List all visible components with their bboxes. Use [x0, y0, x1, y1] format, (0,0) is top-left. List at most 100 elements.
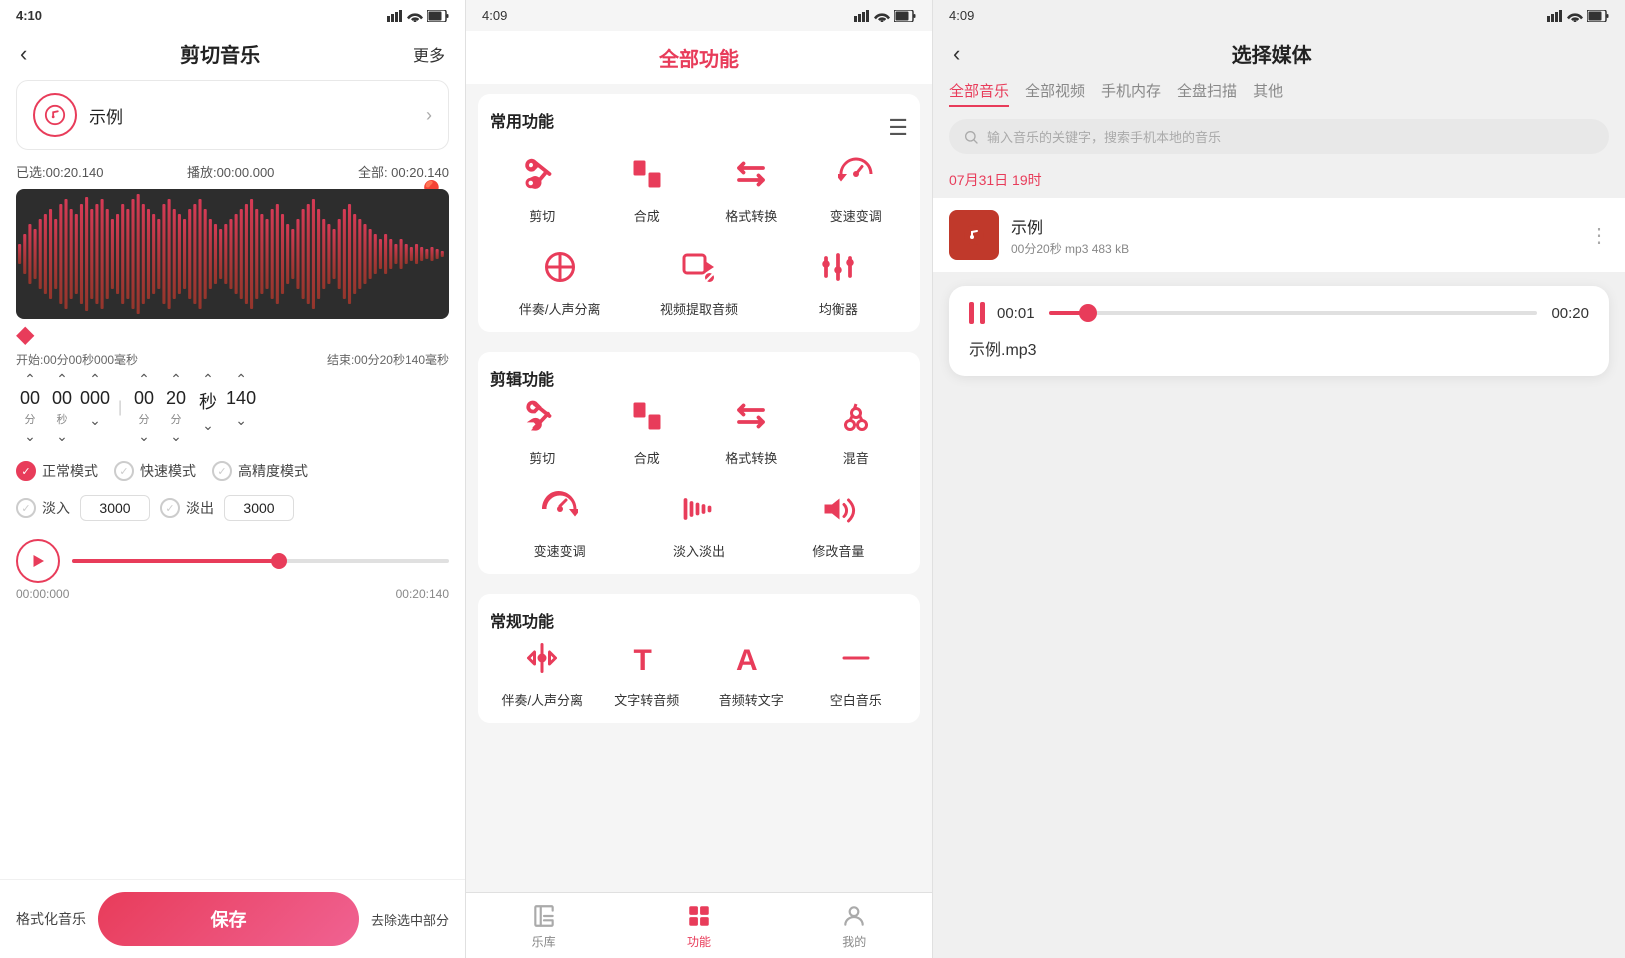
media-more-button[interactable]: ⋮ — [1589, 223, 1609, 248]
end-min-spinner[interactable]: ⌃ 00 分 ⌄ — [130, 372, 158, 443]
func-extract[interactable]: 视频提取音频 — [629, 241, 768, 318]
cut-speed[interactable]: 变速变调 — [490, 483, 629, 560]
end-min-up[interactable]: ⌃ — [138, 372, 150, 386]
player-slider[interactable] — [1049, 311, 1537, 315]
fade-out-radio[interactable] — [160, 498, 180, 518]
pause-button[interactable] — [969, 302, 985, 324]
end-ms-down[interactable]: ⌄ — [235, 413, 247, 427]
battery-icon-3 — [1587, 10, 1609, 22]
start-min-spinner[interactable]: ⌃ 00 分 ⌄ — [16, 372, 44, 443]
mode-normal-radio[interactable] — [16, 461, 36, 481]
start-time-group: ⌃ 00 分 ⌄ ⌃ 00 秒 ⌄ ⌃ 000 ⌄ — [16, 372, 110, 443]
common-section-header: 常用功能 ☰ — [490, 108, 908, 148]
media-item[interactable]: 示例 00分20秒 mp3 483 kB ⋮ — [933, 198, 1625, 272]
start-sec-down[interactable]: ⌄ — [56, 429, 68, 443]
cut-merge[interactable]: 合成 — [595, 390, 700, 467]
start-ms-down[interactable]: ⌄ — [89, 413, 101, 427]
player-controls: 00:01 00:20 — [969, 302, 1589, 324]
save-button[interactable]: 保存 — [98, 892, 359, 946]
start-sec-spinner[interactable]: ⌃ 00 秒 ⌄ — [48, 372, 76, 443]
cut-fade[interactable]: 淡入淡出 — [629, 483, 768, 560]
menu-icon[interactable]: ☰ — [888, 115, 908, 141]
common-func-grid: 剪切 合成 格式转换 变速变调 — [490, 148, 908, 225]
start-min-down[interactable]: ⌄ — [24, 429, 36, 443]
end-sec-spinner[interactable]: ⌃ 20 分 ⌄ — [162, 372, 190, 443]
fade-in-item[interactable]: 淡入 — [16, 498, 70, 518]
more-button[interactable]: 更多 — [413, 42, 445, 66]
panel1-header: ‹ 剪切音乐 更多 — [0, 31, 465, 80]
cut-volume[interactable]: 修改音量 — [769, 483, 908, 560]
player-card: 00:01 00:20 示例.mp3 — [949, 286, 1609, 376]
cut-convert[interactable]: 格式转换 — [699, 390, 804, 467]
tab-scan[interactable]: 全盘扫描 — [1177, 80, 1237, 107]
reg-text2audio[interactable]: T 文字转音频 — [595, 632, 700, 709]
end-sec-up[interactable]: ⌃ — [170, 372, 182, 386]
start-min-up[interactable]: ⌃ — [24, 372, 36, 386]
search-bar[interactable]: 输入音乐的关键字，搜索手机本地的音乐 — [949, 119, 1609, 154]
reg-split[interactable]: 伴奏/人声分离 — [490, 632, 595, 709]
tab-all-video[interactable]: 全部视频 — [1025, 80, 1085, 107]
end-min-down[interactable]: ⌄ — [138, 429, 150, 443]
func-cut[interactable]: 剪切 — [490, 148, 595, 225]
func-cut-label: 剪切 — [529, 206, 555, 225]
nav-functions-label: 功能 — [687, 933, 711, 950]
cut-merge-icon — [621, 390, 673, 442]
progress-thumb[interactable] — [271, 553, 287, 569]
mode-normal[interactable]: 正常模式 — [16, 461, 98, 481]
start-sec-up[interactable]: ⌃ — [56, 372, 68, 386]
play-button[interactable] — [16, 539, 60, 583]
func-eq[interactable]: 均衡器 — [769, 241, 908, 318]
reg-blank[interactable]: 空白音乐 — [804, 632, 909, 709]
mode-hq-radio[interactable] — [212, 461, 232, 481]
tab-internal[interactable]: 手机内存 — [1101, 80, 1161, 107]
mode-hq[interactable]: 高精度模式 — [212, 461, 308, 481]
end-sec-val: 20 — [162, 388, 190, 409]
nav-mine[interactable]: 我的 — [841, 903, 867, 950]
end-s2-spinner[interactable]: ⌃ 秒 ⌄ — [194, 372, 222, 443]
end-s2-down[interactable]: ⌄ — [202, 418, 214, 432]
reg-audio2text[interactable]: A 音频转文字 — [699, 632, 804, 709]
format-button[interactable]: 格式化音乐 — [16, 909, 86, 929]
start-sec-val: 00 — [48, 388, 76, 409]
player-current-time: 00:01 — [997, 305, 1037, 322]
page-title-1: 剪切音乐 — [180, 39, 260, 68]
fade-out-input[interactable]: 3000 — [224, 495, 294, 521]
split-icon — [534, 241, 586, 293]
func-speed[interactable]: 变速变调 — [804, 148, 909, 225]
func-merge[interactable]: 合成 — [595, 148, 700, 225]
mode-fast[interactable]: 快速模式 — [114, 461, 196, 481]
end-ms-up[interactable]: ⌃ — [235, 372, 247, 386]
start-ms-up[interactable]: ⌃ — [89, 372, 101, 386]
cut-speed-icon — [534, 483, 586, 535]
file-selector[interactable]: 示例 › — [16, 80, 449, 150]
waveform-left-handle[interactable]: ◆ — [16, 320, 34, 349]
fade-out-item[interactable]: 淡出 — [160, 498, 214, 518]
back-button[interactable]: ‹ — [20, 41, 27, 67]
back-button-3[interactable]: ‹ — [953, 41, 960, 67]
remove-button[interactable]: 去除选中部分 — [371, 910, 449, 929]
func-convert[interactable]: 格式转换 — [699, 148, 804, 225]
waveform[interactable] — [16, 189, 449, 319]
battery-icon — [427, 10, 449, 22]
playback-progress[interactable] — [72, 559, 449, 563]
panel3-title: 选择媒体 — [972, 39, 1571, 68]
cut-func-cut[interactable]: 剪切 — [490, 390, 595, 467]
mode-fast-radio[interactable] — [114, 461, 134, 481]
start-sec-unit: 秒 — [57, 411, 68, 427]
end-ms-spinner[interactable]: ⌃ 140 ⌄ — [226, 372, 256, 443]
mode-hq-label: 高精度模式 — [238, 461, 308, 481]
start-ms-spinner[interactable]: ⌃ 000 ⌄ — [80, 372, 110, 443]
nav-functions[interactable]: 功能 — [686, 903, 712, 950]
tab-all-music[interactable]: 全部音乐 — [949, 80, 1009, 107]
func-split[interactable]: 伴奏/人声分离 — [490, 241, 629, 318]
nav-library[interactable]: 乐库 — [531, 903, 557, 950]
fade-in-radio[interactable] — [16, 498, 36, 518]
music-thumb-icon — [962, 223, 986, 247]
tab-other[interactable]: 其他 — [1253, 80, 1283, 107]
fade-in-input[interactable]: 3000 — [80, 495, 150, 521]
end-min-unit: 分 — [139, 411, 150, 427]
cut-mix[interactable]: 混音 — [804, 390, 909, 467]
end-sec-down[interactable]: ⌄ — [170, 429, 182, 443]
end-s2-up[interactable]: ⌃ — [202, 372, 214, 386]
player-slider-thumb[interactable] — [1079, 304, 1097, 322]
